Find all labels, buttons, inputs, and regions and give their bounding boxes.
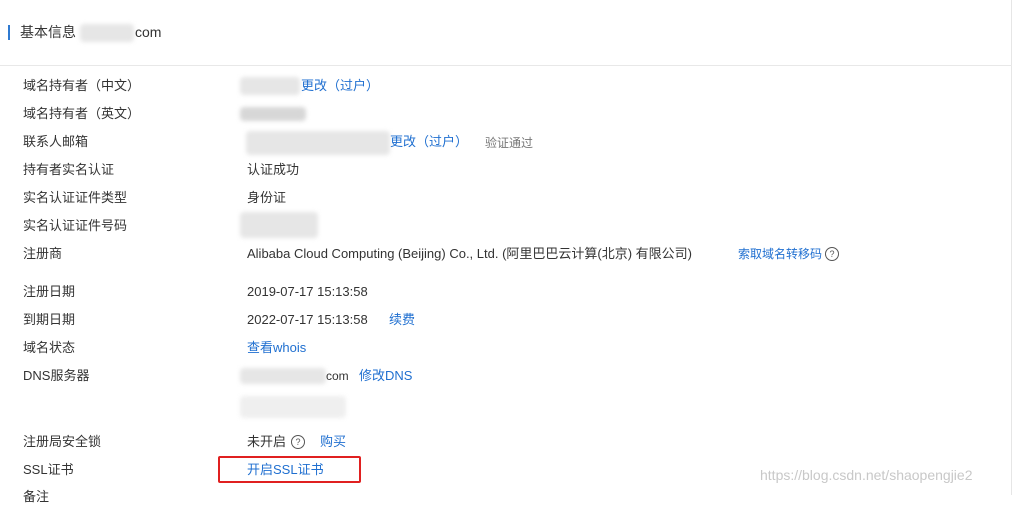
- registry-lock-label: 注册局安全锁: [23, 434, 102, 449]
- view-whois-link[interactable]: 查看whois: [247, 340, 306, 356]
- registrar-value: Alibaba Cloud Computing (Beijing) Co., L…: [247, 246, 693, 261]
- cert-type-value: 身份证: [247, 190, 287, 205]
- redacted-domain-name: [80, 24, 134, 42]
- realname-label: 持有者实名认证: [23, 162, 115, 177]
- dns-suffix: com: [326, 369, 349, 383]
- section-domain-suffix: com: [135, 24, 162, 40]
- realname-value: 认证成功: [247, 162, 300, 177]
- domain-status-label: 域名状态: [23, 340, 76, 355]
- help-icon[interactable]: ?: [291, 435, 305, 449]
- exp-date-label: 到期日期: [23, 312, 76, 327]
- domain-detail-panel: 基本信息 com 域名持有者（中文） 更改（过户） 域名持有者（英文） 联系人邮…: [0, 0, 1012, 504]
- ssl-highlight-annotation: [218, 456, 361, 483]
- note-label: 备注: [23, 489, 50, 504]
- owner-cn-label: 域名持有者（中文）: [23, 78, 141, 93]
- email-transfer-link[interactable]: 更改（过户）: [390, 134, 468, 150]
- redacted-dns-2: [240, 396, 346, 418]
- registry-lock-value: 未开启: [247, 434, 287, 449]
- section-header: 基本信息 com: [0, 0, 1012, 66]
- cert-number-label: 实名认证证件号码: [23, 218, 128, 233]
- reg-date-value: 2019-07-17 15:13:58: [247, 284, 368, 299]
- watermark-text: https://blog.csdn.net/shaopengjie2: [760, 467, 973, 483]
- section-title: 基本信息: [20, 24, 76, 40]
- cert-type-label: 实名认证证件类型: [23, 190, 128, 205]
- exp-date-value: 2022-07-17 15:13:58: [247, 312, 368, 327]
- registrar-label: 注册商: [23, 246, 63, 261]
- redacted-cert-number: [240, 212, 318, 238]
- help-icon[interactable]: ?: [825, 247, 839, 261]
- buy-lock-link[interactable]: 购买: [320, 434, 346, 450]
- dns-label: DNS服务器: [23, 368, 90, 383]
- redacted-owner-cn: [240, 77, 300, 95]
- redacted-owner-en: [240, 107, 306, 121]
- ssl-label: SSL证书: [23, 462, 74, 477]
- redacted-email: [246, 131, 390, 155]
- modify-dns-link[interactable]: 修改DNS: [359, 368, 412, 384]
- owner-cn-transfer-link[interactable]: 更改（过户）: [301, 78, 379, 94]
- email-verified-status: 验证通过: [485, 136, 534, 150]
- reg-date-label: 注册日期: [23, 284, 76, 299]
- owner-en-label: 域名持有者（英文）: [23, 106, 141, 121]
- transfer-code-link[interactable]: 索取域名转移码: [738, 246, 822, 262]
- redacted-dns-1: [240, 368, 326, 384]
- section-accent-bar: [8, 25, 10, 40]
- email-label: 联系人邮箱: [23, 134, 89, 149]
- renew-link[interactable]: 续费: [389, 312, 415, 328]
